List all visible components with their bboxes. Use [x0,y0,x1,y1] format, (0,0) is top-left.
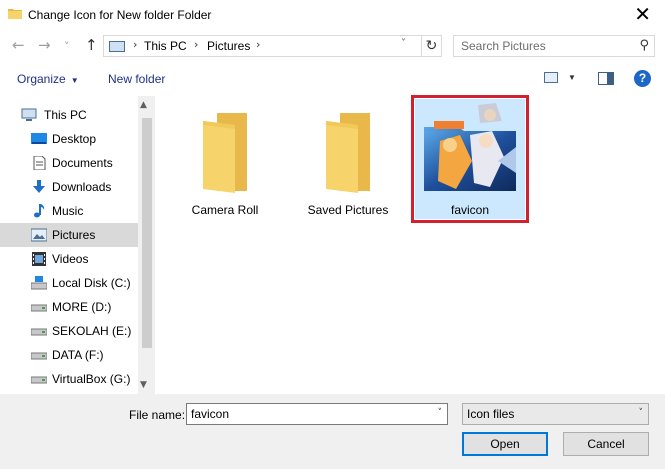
sidebar-item-label: SEKOLAH (E:) [52,324,132,338]
file-name-label: File name: [129,408,186,422]
system-drive-icon [31,276,47,290]
view-options-icon[interactable] [544,72,558,83]
file-list: Camera Roll Saved Pictures favicon [157,95,665,394]
documents-icon [33,156,46,170]
organize-label: Organize [17,72,66,86]
file-type-value: Icon files [467,407,515,421]
sidebar-item-documents[interactable]: Documents [0,151,138,175]
sidebar-item-more-d[interactable]: MORE (D:) [0,295,138,319]
file-item-saved-pictures[interactable]: Saved Pictures [293,99,403,217]
navigation-bar: ← → ˅ ↑ › This PC › Pictures › ˅ ↻ Searc… [0,31,665,61]
videos-icon [32,252,46,266]
sidebar-item-sekolah-e[interactable]: SEKOLAH (E:) [0,319,138,343]
pc-icon [109,41,125,52]
file-item-label: Saved Pictures [307,203,389,217]
sidebar-item-label: Documents [52,156,113,170]
sidebar-item-label: Videos [52,252,89,266]
sidebar-item-label: Desktop [52,132,97,146]
music-icon [34,204,45,218]
drive-icon [31,328,47,336]
file-type-select[interactable]: Icon files ˅ [462,403,649,425]
caret-down-icon[interactable]: ▼ [568,73,576,82]
drive-icon [31,376,47,384]
sidebar-item-label: Pictures [52,228,96,242]
sidebar-item-label: VirtualBox (G:) [52,372,131,386]
sidebar-item-pictures[interactable]: Pictures [0,223,138,247]
sidebar-item-downloads[interactable]: Downloads [0,175,138,199]
file-name-field[interactable]: favicon ˅ [186,403,448,425]
close-icon[interactable]: ✕ [634,4,651,24]
scroll-down-icon[interactable]: ▼ [140,380,147,390]
downloads-icon [33,180,45,193]
sidebar-item-virtualbox-g[interactable]: VirtualBox (G:) [0,367,138,391]
search-icon[interactable]: ⚲ [639,38,649,53]
sidebar-item-desktop[interactable]: Desktop [0,127,138,151]
drive-icon [31,352,47,360]
address-bar[interactable]: › This PC › Pictures › ˅ ↻ [103,35,442,57]
chevron-down-icon[interactable]: ˅ [401,38,406,49]
title-bar: Change Icon for New folder Folder ✕ [0,0,665,31]
file-dialog-footer: File name: favicon ˅ Icon files ˅ Open C… [0,394,665,469]
open-button[interactable]: Open [462,432,548,456]
sidebar-item-label: This PC [44,108,87,122]
file-item-label: Camera Roll [191,203,259,217]
help-icon[interactable]: ? [634,70,651,87]
sidebar-item-local-disk-c[interactable]: Local Disk (C:) [0,271,138,295]
chevron-down-icon[interactable]: ˅ [438,408,443,418]
window-title: Change Icon for New folder Folder [28,8,212,22]
caret-down-icon: ▼ [70,76,79,85]
organize-button[interactable]: Organize ▼ [17,72,79,86]
sidebar-item-music[interactable]: Music [0,199,138,223]
search-input[interactable]: Search Pictures [461,39,546,53]
breadcrumb-pictures[interactable]: Pictures [207,39,250,53]
search-box[interactable]: Search Pictures ⚲ [453,35,655,57]
breadcrumb-separator-icon[interactable]: › [256,38,260,51]
sidebar-item-this-pc[interactable]: This PC [0,103,138,127]
file-item-camera-roll[interactable]: Camera Roll [170,99,280,217]
pictures-icon [31,228,47,242]
folder-icon [203,113,247,193]
back-icon[interactable]: ← [12,37,25,53]
highlight-outline [411,95,529,223]
sidebar-item-label: Music [52,204,84,218]
folder-icon [326,113,370,193]
chevron-down-icon[interactable]: ˅ [639,408,644,418]
preview-pane-icon[interactable] [598,72,614,85]
scrollbar-thumb[interactable] [142,118,152,348]
scroll-up-icon[interactable]: ▲ [140,100,147,110]
new-folder-button[interactable]: New folder [108,72,165,86]
up-icon[interactable]: ↑ [85,37,98,53]
sidebar-item-videos[interactable]: Videos [0,247,138,271]
folder-icon [8,9,22,19]
breadcrumb-separator-icon[interactable]: › [194,38,198,51]
forward-icon[interactable]: → [38,37,51,53]
file-name-value[interactable]: favicon [191,407,229,421]
refresh-icon[interactable]: ↻ [421,36,441,56]
breadcrumb-this-pc[interactable]: This PC [144,39,187,53]
command-bar: Organize ▼ New folder ▼ ? [0,62,665,94]
sidebar-item-label: Downloads [52,180,112,194]
cancel-button[interactable]: Cancel [563,432,649,456]
sidebar-item-data-f[interactable]: DATA (F:) [0,343,138,367]
recent-locations-icon[interactable]: ˅ [64,39,70,55]
sidebar-item-label: MORE (D:) [52,300,112,314]
pc-icon [21,108,37,121]
breadcrumb-separator-icon[interactable]: › [133,38,137,51]
navigation-pane: This PC Desktop Documents Downloads Musi… [0,96,156,394]
desktop-icon [31,133,47,144]
drive-icon [31,304,47,312]
sidebar-item-label: Local Disk (C:) [52,276,131,290]
sidebar-item-label: DATA (F:) [52,348,104,362]
